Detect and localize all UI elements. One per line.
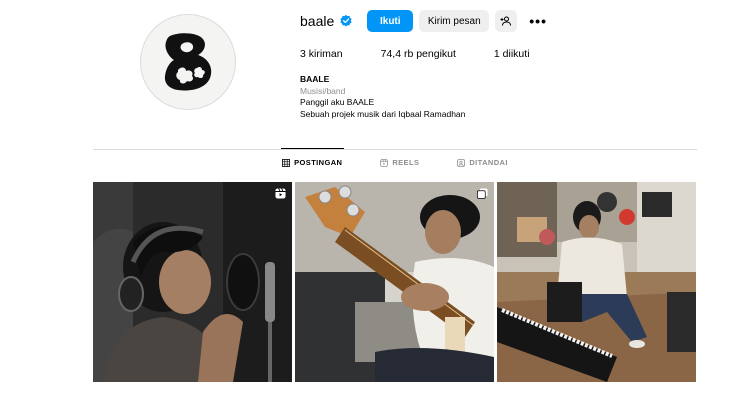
active-tab-indicator	[281, 148, 344, 149]
following-count[interactable]: 1 diikuti	[494, 48, 530, 60]
tab-tagged[interactable]: DITANDAI	[457, 158, 507, 167]
bio-line-2: Sebuah projek musik dari Iqbaal Ramadhan	[300, 108, 466, 119]
profile-stats: 3 kiriman 74,4 rb pengikut 1 diikuti	[300, 48, 568, 60]
post-tile[interactable]	[93, 182, 292, 382]
verified-badge-icon	[340, 14, 352, 27]
tab-reels-label: REELS	[392, 158, 420, 167]
tabs-divider	[93, 149, 697, 150]
suggest-user-button[interactable]	[495, 10, 518, 32]
reels-icon	[380, 158, 389, 167]
post-image	[497, 182, 696, 382]
profile-header: baale Ikuti Kirim pesan •••	[300, 10, 547, 32]
tab-posts[interactable]: POSTINGAN	[282, 158, 342, 167]
baale-logo-icon	[164, 33, 212, 91]
post-tile[interactable]	[295, 182, 494, 382]
message-button[interactable]: Kirim pesan	[419, 10, 490, 32]
profile-avatar[interactable]	[140, 14, 236, 110]
username: baale	[300, 13, 335, 29]
posts-grid	[93, 182, 697, 382]
post-image	[93, 182, 292, 382]
bio-line-1: Panggil aku BAALE	[300, 97, 375, 107]
more-options-icon[interactable]: •••	[529, 13, 547, 29]
follow-button[interactable]: Ikuti	[367, 10, 414, 32]
followers-count[interactable]: 74,4 rb pengikut	[381, 48, 456, 60]
tagged-icon	[457, 158, 466, 167]
add-person-icon	[500, 16, 512, 26]
posts-count: 3 kiriman	[300, 48, 343, 60]
tab-tagged-label: DITANDAI	[469, 158, 508, 167]
grid-icon	[282, 158, 291, 167]
tab-reels[interactable]: REELS	[380, 158, 419, 167]
bio-category: Musisi/band	[300, 85, 346, 96]
carousel-badge-icon	[477, 188, 488, 199]
profile-bio: BAALE Musisi/band Panggil aku BAALE Sebu…	[300, 74, 465, 120]
bio-name: BAALE	[300, 74, 330, 84]
tab-posts-label: POSTINGAN	[294, 158, 343, 167]
reel-badge-icon	[275, 188, 286, 199]
post-image	[295, 182, 494, 382]
profile-tabs: POSTINGAN REELS DITANDAI	[93, 158, 697, 167]
post-tile[interactable]	[497, 182, 696, 382]
